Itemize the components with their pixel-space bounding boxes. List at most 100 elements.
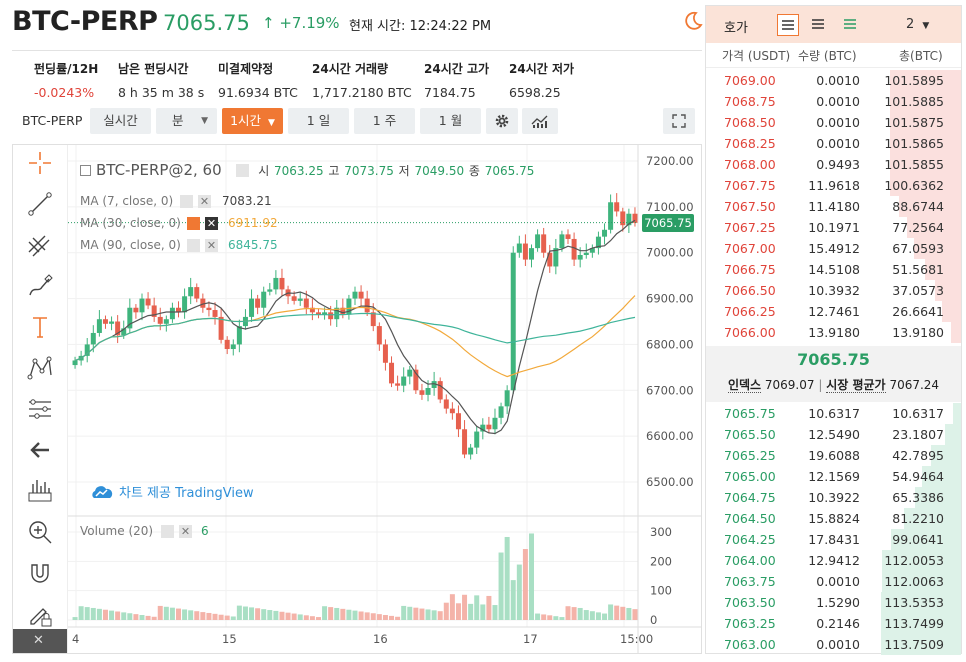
ask-row[interactable]: 7068.00 0.9493 101.5855 <box>706 154 961 175</box>
hour-label: 1시간 <box>230 113 262 128</box>
volume-bar <box>608 604 614 620</box>
ask-row[interactable]: 7066.50 10.3932 37.0573 <box>706 280 961 301</box>
candle-body <box>437 381 443 400</box>
week-button[interactable]: 1 주 <box>354 108 415 134</box>
candle-body <box>206 307 212 311</box>
precision-dropdown[interactable]: 2 ▼ <box>906 17 929 32</box>
ask-row[interactable]: 7066.25 12.7461 26.6641 <box>706 301 961 322</box>
chart-settings-button[interactable] <box>486 108 518 134</box>
ask-total: 101.5855 <box>884 157 944 172</box>
bid-total: 81.2210 <box>892 511 944 526</box>
bid-row[interactable]: 7063.25 0.2146 113.7499 <box>706 613 961 634</box>
bid-row[interactable]: 7064.50 15.8824 81.2210 <box>706 508 961 529</box>
fullscreen-button[interactable] <box>663 108 695 134</box>
ask-row[interactable]: 7067.25 10.1971 77.2564 <box>706 217 961 238</box>
volume-bar <box>559 617 565 620</box>
hour-dropdown[interactable]: 1시간 ▼ <box>222 108 283 134</box>
magnet-icon[interactable] <box>25 558 55 588</box>
bid-row[interactable]: 7063.50 1.5290 113.5353 <box>706 592 961 613</box>
text-tool-icon[interactable] <box>25 312 55 342</box>
volume-bar <box>449 594 455 620</box>
price-tick: 6900.00 <box>646 292 694 306</box>
measure-icon[interactable] <box>25 476 55 506</box>
arrow-left-icon[interactable] <box>25 435 55 465</box>
volume-bar <box>401 605 407 620</box>
zoom-in-icon[interactable] <box>25 517 55 547</box>
gear-icon[interactable] <box>180 195 193 208</box>
gear-icon[interactable] <box>161 525 174 538</box>
price-tick: 6800.00 <box>646 337 694 351</box>
pattern-icon[interactable] <box>25 353 55 383</box>
bid-row[interactable]: 7063.00 0.0010 113.7509 <box>706 634 961 655</box>
volume-bar <box>157 605 163 620</box>
tradingview-watermark[interactable]: 차트 제공 TradingView <box>90 482 254 501</box>
ask-total: 101.5885 <box>884 94 944 109</box>
ask-row[interactable]: 7067.50 11.4180 88.6744 <box>706 196 961 217</box>
ask-row[interactable]: 7067.75 11.9618 100.6362 <box>706 175 961 196</box>
ask-price: 7068.50 <box>724 115 776 130</box>
view-bids-button[interactable] <box>840 14 862 36</box>
bid-row[interactable]: 7063.75 0.0010 112.0063 <box>706 571 961 592</box>
candle-body <box>620 211 626 226</box>
bid-row[interactable]: 7065.50 12.5490 23.1807 <box>706 424 961 445</box>
realtime-button[interactable]: 실시간 <box>90 108 151 134</box>
ask-row[interactable]: 7066.00 13.9180 13.9180 <box>706 322 961 343</box>
ask-total: 51.5681 <box>892 262 944 277</box>
trend-line-icon[interactable] <box>25 189 55 219</box>
bid-row[interactable]: 7065.75 10.6317 10.6317 <box>706 403 961 424</box>
minute-dropdown[interactable]: 분 ▼ <box>156 108 217 134</box>
volume-legend: Volume (20) ✕ 6 <box>80 524 280 538</box>
stat-value: 1,717.2180 BTC <box>312 85 412 100</box>
prediction-icon[interactable] <box>25 394 55 424</box>
ask-row[interactable]: 7069.00 0.0010 101.5895 <box>706 70 961 91</box>
ask-row[interactable]: 7068.25 0.0010 101.5865 <box>706 133 961 154</box>
dark-mode-moon-icon[interactable] <box>682 10 704 32</box>
volume-tick: 300 <box>650 525 672 539</box>
ask-row[interactable]: 7066.75 14.5108 51.5681 <box>706 259 961 280</box>
view-both-button[interactable] <box>777 14 799 36</box>
candle-body <box>614 202 620 212</box>
stat-open-interest: 미결제약정 91.6934 BTC <box>218 60 298 100</box>
volume-tick: 0 <box>650 613 657 627</box>
ask-qty: 0.0010 <box>816 94 860 109</box>
candle-body <box>468 447 474 455</box>
view-asks-button[interactable] <box>808 14 830 36</box>
stat-value: 8 h 35 m 38 s <box>118 85 205 100</box>
ask-row[interactable]: 7068.50 0.0010 101.5875 <box>706 112 961 133</box>
collapse-legend-icon[interactable] <box>80 165 91 176</box>
gear-icon[interactable] <box>187 239 200 252</box>
candle-body <box>297 298 303 301</box>
ask-row[interactable]: 7068.75 0.0010 101.5885 <box>706 91 961 112</box>
ask-total: 100.6362 <box>884 178 944 193</box>
stat-funding-rate: 펀딩률/12H -0.0243% <box>34 60 98 100</box>
bid-row[interactable]: 7064.75 10.3922 65.3386 <box>706 487 961 508</box>
stat-value: 7184.75 <box>424 85 476 100</box>
day-button[interactable]: 1 일 <box>288 108 349 134</box>
gear-icon[interactable] <box>187 217 200 230</box>
bid-row[interactable]: 7065.25 19.6088 42.7895 <box>706 445 961 466</box>
ask-total: 101.5875 <box>884 115 944 130</box>
volume-bar <box>486 595 492 620</box>
close-icon[interactable]: ✕ <box>205 217 218 230</box>
volume-bar <box>334 607 340 620</box>
bid-row[interactable]: 7064.25 17.8431 99.0641 <box>706 529 961 550</box>
brush-icon[interactable] <box>25 271 55 301</box>
lock-drawing-icon[interactable] <box>25 599 55 629</box>
volume-bar <box>163 606 169 620</box>
bid-row[interactable]: 7065.00 12.1569 54.9464 <box>706 466 961 487</box>
remove-drawings-button[interactable]: ✕ <box>13 629 67 653</box>
close-icon[interactable]: ✕ <box>205 239 218 252</box>
ask-row[interactable]: 7067.00 15.4912 67.0593 <box>706 238 961 259</box>
volume-bar <box>151 616 157 620</box>
volume-bar <box>364 612 370 620</box>
bid-row[interactable]: 7064.00 12.9412 112.0053 <box>706 550 961 571</box>
gear-icon[interactable] <box>236 164 250 177</box>
close-icon[interactable]: ✕ <box>179 525 192 538</box>
month-button[interactable]: 1 월 <box>420 108 481 134</box>
stat-value: -0.0243% <box>34 85 95 100</box>
stat-24h-low: 24시간 저가 6598.25 <box>509 60 574 100</box>
crosshair-icon[interactable] <box>25 148 55 178</box>
indicators-button[interactable] <box>522 108 558 134</box>
close-icon[interactable]: ✕ <box>198 195 211 208</box>
fib-tool-icon[interactable] <box>25 230 55 260</box>
